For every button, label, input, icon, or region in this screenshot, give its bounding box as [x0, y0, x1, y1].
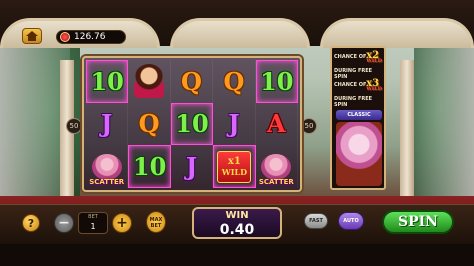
bet-decrease-button[interactable]: − — [54, 213, 74, 233]
footer-bar — [0, 244, 474, 266]
reel-cell: J — [213, 102, 256, 146]
free-spin-row: DURING FREE SPIN — [334, 96, 373, 108]
bet-display: BET 1 — [78, 212, 108, 234]
home-button[interactable] — [22, 28, 42, 44]
spin-button[interactable]: SPIN — [382, 210, 454, 234]
pillar — [60, 60, 74, 210]
balance-display: 126.76 — [56, 30, 126, 44]
princess-symbol-icon — [134, 64, 165, 99]
auto-spin-button[interactable]: AUTO — [338, 212, 364, 230]
symbol-ten: 10 — [175, 109, 209, 139]
scatter-label: SCATTER — [89, 178, 125, 186]
win-label: WIN — [225, 210, 249, 221]
reel-cell: 10 — [128, 145, 171, 188]
reels-frame: 10 Q Q 10 J Q 10 J A SCATTER 10 J x1 WIL… — [82, 56, 302, 192]
home-icon — [26, 31, 38, 41]
reel-cell: A — [256, 102, 298, 146]
bet-value: 1 — [90, 222, 96, 231]
wild-symbol: x1 WILD — [217, 150, 252, 183]
max-bet-line2: BET — [150, 223, 162, 229]
coin-icon — [60, 32, 70, 42]
symbol-ten: 10 — [90, 66, 124, 96]
reel-cell: J — [86, 102, 129, 146]
win-value: 0.40 — [219, 222, 255, 238]
balance-value: 126.76 — [74, 32, 106, 42]
bet-increase-button[interactable]: + — [112, 213, 132, 233]
reel-cell: SCATTER — [256, 145, 298, 188]
symbol-ten: 10 — [260, 66, 294, 96]
reel-cell — [128, 60, 171, 103]
multiplier-badge: x2 WILD — [366, 50, 382, 64]
reel-cell: J — [171, 145, 214, 188]
symbol-q: Q — [181, 66, 202, 96]
chance-label: CHANCE OF — [334, 54, 367, 60]
reel-cell: SCATTER — [86, 145, 129, 188]
reel-grid: 10 Q Q 10 J Q 10 J A SCATTER 10 J x1 WIL… — [86, 60, 298, 188]
fast-toggle[interactable]: FAST — [304, 213, 328, 229]
symbol-q: Q — [138, 109, 160, 139]
reel-cell: 10 — [86, 60, 129, 103]
help-button[interactable]: ? — [22, 214, 40, 232]
symbol-q: Q — [223, 66, 245, 96]
pillar — [400, 60, 414, 210]
reel-cell: 10 — [170, 102, 214, 146]
reel-cell: Q — [128, 102, 171, 146]
arch-decoration — [170, 18, 310, 48]
feature-side-panel: CHANCE OF x2 WILD DURING FREE SPIN CHANCE… — [330, 46, 386, 190]
reel-cell: Q — [213, 60, 256, 103]
symbol-j: J — [185, 152, 198, 182]
ganesha-scatter-icon — [261, 153, 292, 180]
symbol-ten: 10 — [132, 152, 167, 182]
reel-cell: x1 WILD — [213, 145, 256, 188]
chance-row: CHANCE OF x3 WILD — [334, 78, 384, 94]
multiplier-sub: WILD — [366, 86, 382, 92]
scatter-label: SCATTER — [258, 178, 294, 186]
chance-row: CHANCE OF x2 WILD — [334, 50, 384, 66]
classic-mode-button[interactable]: CLASSIC — [336, 110, 382, 120]
multiplier-badge: x3 WILD — [366, 78, 382, 92]
arch-decoration — [320, 18, 474, 48]
max-bet-button[interactable]: MAX BET — [146, 211, 166, 233]
symbol-a: A — [266, 109, 286, 139]
curtain-right — [414, 30, 474, 210]
ganesha-idol-icon — [336, 122, 382, 186]
symbol-j: J — [228, 109, 240, 139]
multiplier-sub: WILD — [366, 58, 382, 64]
wild-multiplier: x1 — [227, 156, 241, 168]
ganesha-scatter-icon — [91, 153, 122, 180]
win-display: WIN 0.40 — [192, 207, 282, 239]
wild-label: WILD — [221, 167, 248, 178]
chance-label: CHANCE OF — [334, 82, 367, 88]
reel-cell: Q — [171, 60, 214, 103]
symbol-j: J — [101, 109, 113, 139]
bet-label: BET — [88, 214, 98, 220]
line-count-left: 50 — [66, 118, 82, 134]
reel-cell: 10 — [255, 60, 298, 103]
line-count-right: 50 — [301, 118, 317, 134]
